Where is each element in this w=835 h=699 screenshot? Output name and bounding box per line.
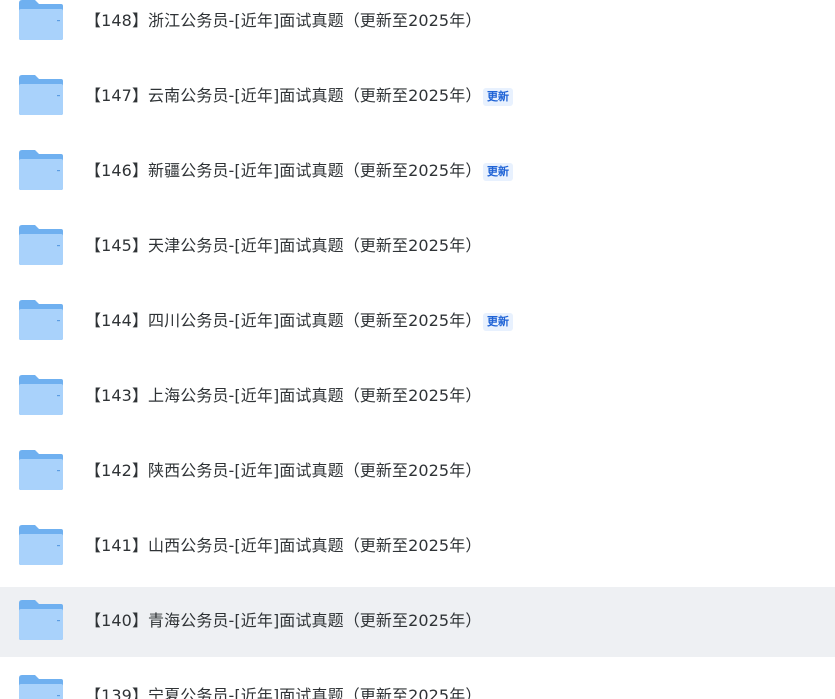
folder-icon: [18, 374, 64, 416]
file-name[interactable]: 【145】天津公务员-[近年]面试真题（更新至2025年）: [85, 236, 481, 256]
file-row[interactable]: 【147】云南公务员-[近年]面试真题（更新至2025年） 更新: [0, 62, 835, 132]
file-name[interactable]: 【140】青海公务员-[近年]面试真题（更新至2025年）: [85, 611, 481, 631]
file-name[interactable]: 【143】上海公务员-[近年]面试真题（更新至2025年）: [85, 386, 481, 406]
update-badge: 更新: [483, 88, 513, 106]
file-name[interactable]: 【142】陕西公务员-[近年]面试真题（更新至2025年）: [85, 461, 481, 481]
folder-icon: [18, 74, 64, 116]
file-name[interactable]: 【147】云南公务员-[近年]面试真题（更新至2025年）: [85, 86, 481, 106]
file-row-hovered[interactable]: 【140】青海公务员-[近年]面试真题（更新至2025年）: [0, 587, 835, 657]
file-row[interactable]: 【146】新疆公务员-[近年]面试真题（更新至2025年） 更新: [0, 137, 835, 207]
folder-icon: [18, 674, 64, 699]
folder-icon: [18, 0, 64, 41]
file-row[interactable]: 【148】浙江公务员-[近年]面试真题（更新至2025年）: [0, 0, 835, 57]
update-badge: 更新: [483, 313, 513, 331]
file-row[interactable]: 【139】宁夏公务员-[近年]面试真题（更新至2025年）: [0, 662, 835, 699]
file-row[interactable]: 【141】山西公务员-[近年]面试真题（更新至2025年）: [0, 512, 835, 582]
folder-icon: [18, 599, 64, 641]
folder-icon: [18, 224, 64, 266]
file-row[interactable]: 【143】上海公务员-[近年]面试真题（更新至2025年）: [0, 362, 835, 432]
folder-icon: [18, 449, 64, 491]
file-list: 【148】浙江公务员-[近年]面试真题（更新至2025年） 【147】云南公务员…: [0, 0, 835, 699]
file-name[interactable]: 【144】四川公务员-[近年]面试真题（更新至2025年）: [85, 311, 481, 331]
file-row[interactable]: 【145】天津公务员-[近年]面试真题（更新至2025年）: [0, 212, 835, 282]
file-row[interactable]: 【144】四川公务员-[近年]面试真题（更新至2025年） 更新: [0, 287, 835, 357]
file-name[interactable]: 【141】山西公务员-[近年]面试真题（更新至2025年）: [85, 536, 481, 556]
folder-icon: [18, 524, 64, 566]
folder-icon: [18, 299, 64, 341]
file-name[interactable]: 【148】浙江公务员-[近年]面试真题（更新至2025年）: [85, 11, 481, 31]
update-badge: 更新: [483, 163, 513, 181]
folder-icon: [18, 149, 64, 191]
file-row[interactable]: 【142】陕西公务员-[近年]面试真题（更新至2025年）: [0, 437, 835, 507]
file-name[interactable]: 【139】宁夏公务员-[近年]面试真题（更新至2025年）: [85, 686, 481, 699]
file-name[interactable]: 【146】新疆公务员-[近年]面试真题（更新至2025年）: [85, 161, 481, 181]
